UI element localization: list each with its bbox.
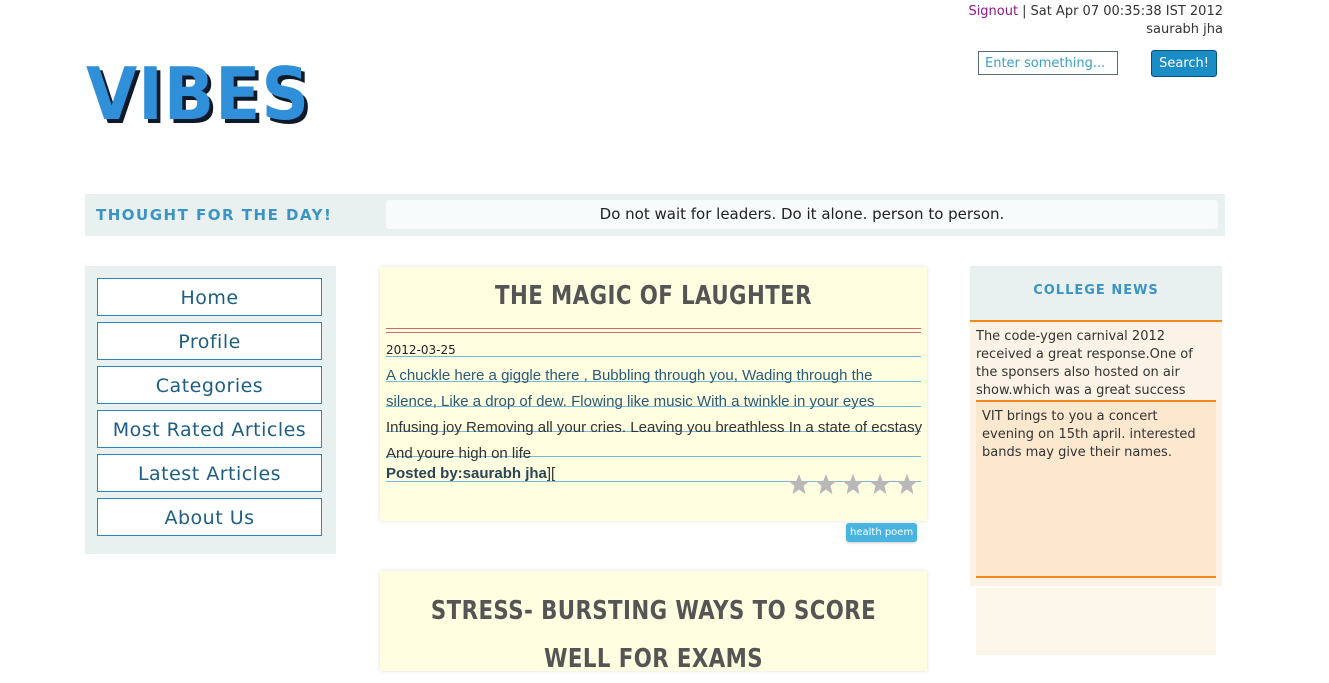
posted-by-text[interactable]: Posted by:saurabh jha (386, 465, 547, 482)
star-icon[interactable] (788, 473, 810, 495)
college-news-panel: COLLEGE NEWS The code-ygen carnival 2012… (970, 266, 1222, 586)
article-card: THE MAGIC OF LAUGHTER 2012-03-25 A chuck… (380, 267, 927, 521)
title-rule (386, 332, 921, 333)
article-body-part2: Infusing joy Removing all your cries. Le… (386, 419, 923, 462)
star-icon[interactable] (842, 473, 864, 495)
search-button[interactable]: Search! (1151, 50, 1217, 77)
ruled-line (386, 356, 921, 357)
news-item: The code-ygen carnival 2012 received a g… (976, 328, 1216, 402)
site-logo[interactable]: VIBES (86, 56, 310, 132)
article-card: STRESS- BURSTING WAYS TO SCORE WELL FOR … (380, 571, 927, 674)
nav-item-home[interactable]: Home (97, 278, 322, 316)
star-icon[interactable] (896, 473, 918, 495)
article-title[interactable]: STRESS- BURSTING WAYS TO SCORE WELL FOR … (429, 587, 878, 683)
username-text: saurabh jha (1146, 22, 1223, 37)
nav-item-profile[interactable]: Profile (97, 322, 322, 360)
datetime-text: Sat Apr 07 00:35:38 IST 2012 (1030, 4, 1223, 19)
news-title: COLLEGE NEWS (1033, 283, 1159, 298)
news-panel-bottom (976, 588, 1216, 655)
article-body-part1: A chuckle here a giggle there , Bubbling… (386, 367, 875, 410)
star-rating (788, 473, 923, 499)
separator: | (1022, 4, 1027, 19)
posted-by-suffix: ][ (546, 465, 556, 482)
article-title[interactable]: THE MAGIC OF LAUGHTER (429, 281, 878, 311)
news-header: COLLEGE NEWS (970, 266, 1222, 322)
nav-item-most-rated[interactable]: Most Rated Articles (97, 410, 322, 448)
nav-item-about[interactable]: About Us (97, 498, 322, 536)
article-tag[interactable]: health poem (846, 523, 918, 542)
star-icon[interactable] (815, 473, 837, 495)
star-icon[interactable] (869, 473, 891, 495)
nav-item-categories[interactable]: Categories (97, 366, 322, 404)
article-date: 2012-03-25 (386, 343, 456, 357)
nav-item-latest[interactable]: Latest Articles (97, 454, 322, 492)
sidebar-nav: Home Profile Categories Most Rated Artic… (85, 266, 336, 554)
thought-label: THOUGHT FOR THE DAY! (96, 206, 333, 224)
signout-link[interactable]: Signout (968, 4, 1018, 19)
posted-by: Posted by:saurabh jha][ (386, 465, 555, 482)
thought-text: Do not wait for leaders. Do it alone. pe… (386, 200, 1218, 229)
title-rule (386, 328, 921, 329)
user-status-bar: Signout | Sat Apr 07 00:35:38 IST 2012 sau… (968, 3, 1223, 39)
article-body: A chuckle here a giggle there , Bubbling… (386, 363, 923, 467)
thought-bar: THOUGHT FOR THE DAY! Do not wait for lea… (85, 194, 1225, 236)
search-input[interactable] (978, 51, 1118, 75)
news-item: VIT brings to you a concert evening on 1… (976, 402, 1216, 578)
